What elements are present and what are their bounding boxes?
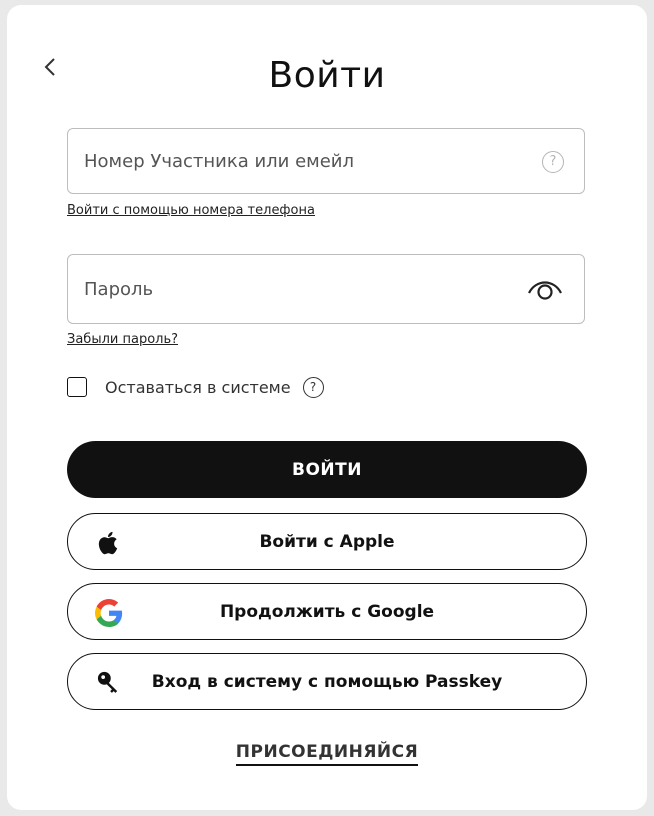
- passkey-login-label: Вход в систему с помощью Passkey: [151, 671, 503, 692]
- question-icon[interactable]: ?: [302, 376, 324, 398]
- google-login-button[interactable]: Продолжить с Google: [67, 583, 587, 640]
- apple-login-button[interactable]: Войти с Apple: [67, 513, 587, 570]
- forgot-password-link[interactable]: Забыли пароль?: [67, 332, 178, 347]
- password-field[interactable]: [67, 254, 585, 324]
- login-field[interactable]: ?: [67, 128, 585, 194]
- login-card: Войти ? Войти с помощью номера телефона …: [7, 5, 647, 810]
- help-icon-glyph: ?: [549, 154, 557, 169]
- phone-login-link[interactable]: Войти с помощью номера телефона: [67, 203, 315, 218]
- key-icon: [97, 671, 118, 693]
- passkey-login-button[interactable]: Вход в систему с помощью Passkey: [67, 653, 587, 710]
- login-input[interactable]: [84, 129, 524, 193]
- apple-icon: [98, 531, 118, 555]
- remember-me-row: Оставаться в системе ?: [67, 375, 324, 399]
- help-icon[interactable]: ?: [542, 151, 564, 173]
- remember-label[interactable]: Оставаться в системе: [105, 378, 291, 397]
- remember-checkbox[interactable]: [67, 377, 87, 397]
- google-login-label: Продолжить с Google: [219, 601, 435, 622]
- password-input[interactable]: [84, 255, 524, 323]
- eye-icon[interactable]: [526, 275, 564, 303]
- join-link-row: ПРИСОЕДИНЯЙСЯ: [7, 742, 647, 766]
- google-icon: [95, 599, 123, 627]
- join-link[interactable]: ПРИСОЕДИНЯЙСЯ: [235, 742, 419, 766]
- apple-login-label: Войти с Apple: [259, 531, 395, 552]
- page-title: Войти: [268, 55, 386, 96]
- login-button[interactable]: ВОЙТИ: [67, 441, 587, 498]
